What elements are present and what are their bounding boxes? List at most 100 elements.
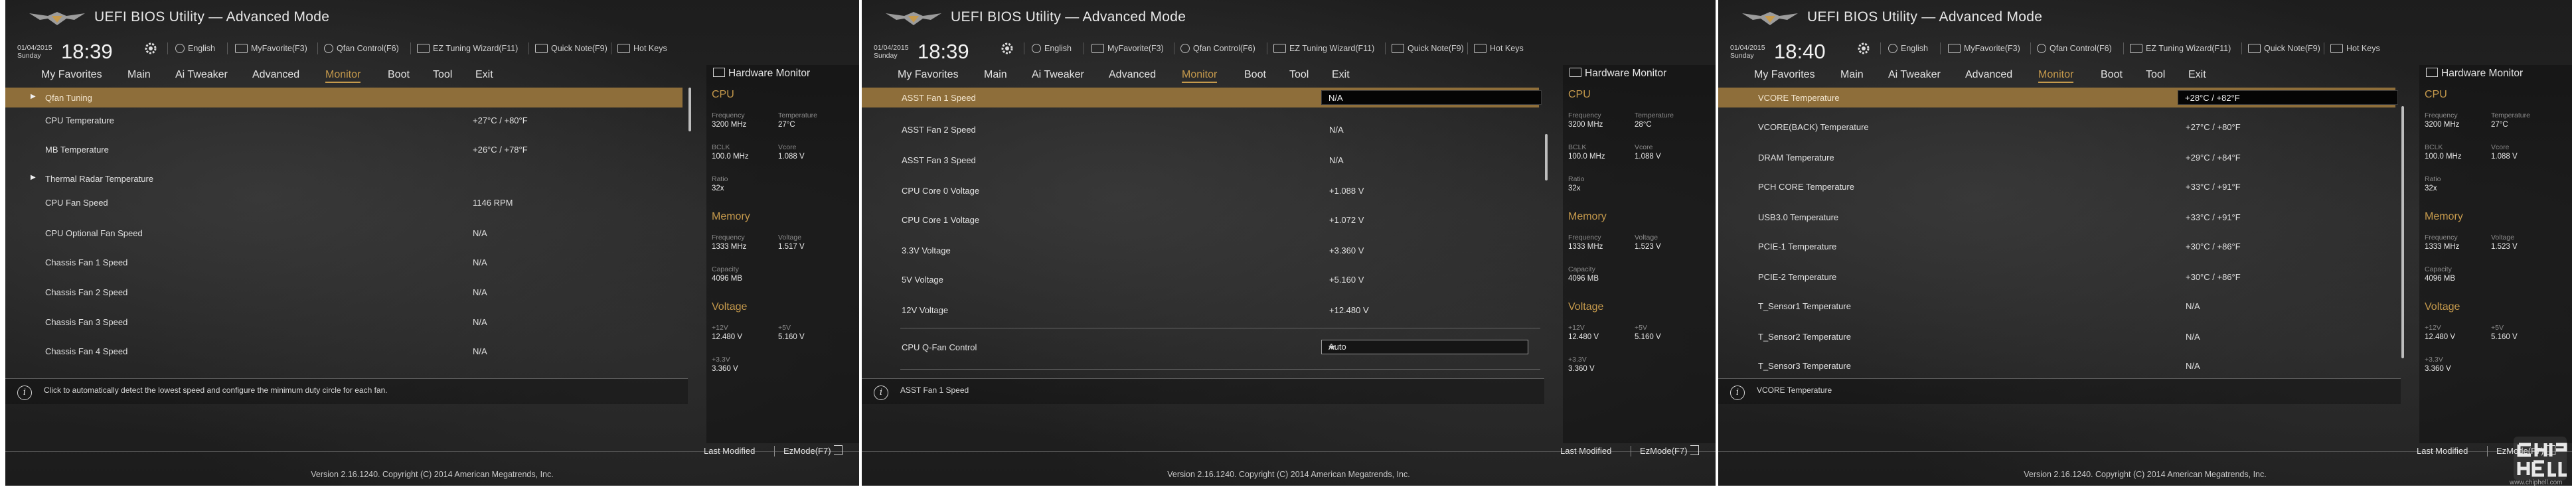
tab-tool[interactable]: Tool bbox=[433, 69, 452, 81]
list-item[interactable]: CPU Temperature +27°C / +80°F bbox=[5, 110, 683, 130]
last-modified-button[interactable]: Last Modified bbox=[1560, 446, 1611, 456]
tab-exit[interactable]: Exit bbox=[2188, 69, 2206, 81]
gear-icon[interactable] bbox=[1000, 41, 1014, 56]
qfan-control-button[interactable]: Qfan Control(F6) bbox=[1180, 43, 1255, 54]
hw-value: 1.088 V bbox=[2491, 153, 2518, 161]
list-item[interactable]: MB Temperature +26°C / +78°F bbox=[5, 139, 683, 159]
tab-monitor[interactable]: Monitor bbox=[325, 69, 361, 83]
language-button[interactable]: English bbox=[1888, 43, 1928, 54]
myfavorite-button[interactable]: MyFavorite(F3) bbox=[235, 43, 307, 54]
list-item[interactable]: PCIE-1 Temperature +30°C / +86°F bbox=[1718, 236, 2395, 256]
list-item[interactable]: T_Sensor3 Temperature N/A bbox=[1718, 356, 2395, 376]
hot-keys-button[interactable]: Hot Keys bbox=[2330, 43, 2380, 54]
list-item[interactable]: CPU Optional Fan Speed N/A bbox=[5, 223, 683, 243]
myfavorite-button[interactable]: MyFavorite(F3) bbox=[1948, 43, 2020, 54]
list-item[interactable]: PCIE-2 Temperature +30°C / +86°F bbox=[1718, 267, 2395, 287]
list-item[interactable]: DRAM Temperature +29°C / +84°F bbox=[1718, 147, 2395, 167]
language-button[interactable]: English bbox=[1032, 43, 1072, 54]
last-modified-button[interactable]: Last Modified bbox=[704, 446, 755, 456]
list-item[interactable]: CPU Core 1 Voltage +1.072 V bbox=[862, 210, 1539, 230]
list-item[interactable]: CPU Core 0 Voltage +1.088 V bbox=[862, 180, 1539, 200]
list-item[interactable]: 3.3V Voltage +3.360 V bbox=[862, 240, 1539, 260]
monitor-icon bbox=[713, 67, 725, 77]
tab-my-favorites[interactable]: My Favorites bbox=[41, 69, 102, 81]
scrollbar[interactable] bbox=[688, 88, 691, 131]
item-label: USB3.0 Temperature bbox=[1758, 212, 1839, 222]
tab-tool[interactable]: Tool bbox=[1289, 69, 1309, 81]
list-item[interactable]: Chassis Fan 4 Speed N/A bbox=[5, 341, 683, 361]
tab-boot[interactable]: Boot bbox=[2101, 69, 2123, 81]
list-item[interactable]: 5V Voltage +5.160 V bbox=[862, 269, 1539, 289]
tab-main[interactable]: Main bbox=[127, 69, 151, 81]
list-item[interactable]: USB3.0 Temperature +33°C / +91°F bbox=[1718, 207, 2395, 227]
ezmode-button[interactable]: EzMode(F7) bbox=[783, 445, 843, 456]
ez-tuning-wizard-button[interactable]: EZ Tuning Wizard(F11) bbox=[2130, 43, 2231, 54]
globe-icon bbox=[1032, 43, 1041, 53]
hw-label: Voltage bbox=[2491, 234, 2515, 242]
list-item[interactable]: Chassis Fan 3 Speed N/A bbox=[5, 312, 683, 332]
tab-ai-tweaker[interactable]: Ai Tweaker bbox=[175, 69, 228, 81]
item-label: T_Sensor2 Temperature bbox=[1758, 332, 1851, 342]
myfavorite-button[interactable]: MyFavorite(F3) bbox=[1091, 43, 1164, 54]
list-item[interactable]: PCH CORE Temperature +33°C / +91°F bbox=[1718, 176, 2395, 196]
qfan-control-button[interactable]: Qfan Control(F6) bbox=[324, 43, 399, 54]
tab-advanced[interactable]: Advanced bbox=[252, 69, 299, 81]
tab-my-favorites[interactable]: My Favorites bbox=[898, 69, 959, 81]
list-item[interactable]: CPU Fan Speed 1146 RPM bbox=[5, 192, 683, 212]
tab-monitor[interactable]: Monitor bbox=[1182, 69, 1218, 83]
list-item[interactable]: Chassis Fan 1 Speed N/A bbox=[5, 252, 683, 272]
list-item[interactable]: CPU Q-Fan Control Auto bbox=[862, 337, 1539, 357]
gear-icon[interactable] bbox=[1856, 41, 1871, 56]
item-label: CPU Core 0 Voltage bbox=[902, 186, 980, 196]
tab-advanced[interactable]: Advanced bbox=[1965, 69, 2012, 81]
thermal-radar-item[interactable]: ▶ Thermal Radar Temperature bbox=[5, 169, 683, 188]
qfan-control-dropdown[interactable]: Auto bbox=[1321, 340, 1528, 354]
quick-note-button[interactable]: Quick Note(F9) bbox=[1392, 43, 1464, 54]
tab-my-favorites[interactable]: My Favorites bbox=[1754, 69, 1815, 81]
hw-label: +5V bbox=[1635, 324, 1647, 332]
scrollbar[interactable] bbox=[2401, 106, 2404, 358]
quick-note-button[interactable]: Quick Note(F9) bbox=[2248, 43, 2320, 54]
tab-monitor[interactable]: Monitor bbox=[2038, 69, 2074, 83]
quick-note-button[interactable]: Quick Note(F9) bbox=[535, 43, 607, 54]
chiphell-watermark-logo bbox=[2514, 437, 2567, 480]
gear-icon[interactable] bbox=[143, 41, 158, 56]
day-text: Sunday bbox=[17, 52, 41, 60]
scrollbar[interactable] bbox=[1545, 134, 1548, 180]
list-item-selected[interactable]: VCORE Temperature +28°C / +82°F bbox=[1718, 88, 2398, 107]
list-item[interactable]: VCORE(BACK) Temperature +27°C / +80°F bbox=[1718, 117, 2395, 137]
tab-ai-tweaker[interactable]: Ai Tweaker bbox=[1888, 69, 1941, 81]
list-item[interactable]: 12V Voltage +12.480 V bbox=[862, 300, 1539, 320]
list-item-selected[interactable]: ASST Fan 1 Speed N/A bbox=[862, 88, 1542, 107]
list-item[interactable]: T_Sensor1 Temperature N/A bbox=[1718, 296, 2395, 316]
ezmode-button[interactable]: EzMode(F7) bbox=[1640, 445, 1699, 456]
list-item[interactable]: ASST Fan 2 Speed N/A bbox=[862, 119, 1539, 139]
tab-ai-tweaker[interactable]: Ai Tweaker bbox=[1032, 69, 1084, 81]
tab-main[interactable]: Main bbox=[984, 69, 1007, 81]
tab-boot[interactable]: Boot bbox=[1244, 69, 1266, 81]
item-value: +33°C / +91°F bbox=[2186, 212, 2241, 222]
list-item[interactable]: Chassis Fan 2 Speed N/A bbox=[5, 282, 683, 302]
tab-main[interactable]: Main bbox=[1840, 69, 1864, 81]
toolbar-divider bbox=[1880, 42, 1881, 54]
hot-keys-button[interactable]: Hot Keys bbox=[1474, 43, 1524, 54]
tab-exit[interactable]: Exit bbox=[475, 69, 493, 81]
qfan-tuning-item[interactable]: ▶ Qfan Tuning bbox=[5, 88, 683, 107]
list-item[interactable]: ASST Fan 3 Speed N/A bbox=[862, 150, 1539, 170]
tab-tool[interactable]: Tool bbox=[2146, 69, 2165, 81]
ez-tuning-wizard-button[interactable]: EZ Tuning Wizard(F11) bbox=[1273, 43, 1374, 54]
qfan-label: Qfan Control(F6) bbox=[1193, 44, 1255, 53]
ez-tuning-wizard-button[interactable]: EZ Tuning Wizard(F11) bbox=[417, 43, 518, 54]
hot-keys-button[interactable]: Hot Keys bbox=[617, 43, 667, 54]
hw-label: Temperature bbox=[1635, 111, 1674, 119]
qfan-control-button[interactable]: Qfan Control(F6) bbox=[2037, 43, 2112, 54]
tab-advanced[interactable]: Advanced bbox=[1109, 69, 1156, 81]
language-button[interactable]: English bbox=[175, 43, 215, 54]
clock: 18:39 bbox=[61, 40, 113, 63]
last-modified-button[interactable]: Last Modified bbox=[2417, 446, 2468, 456]
list-item[interactable]: T_Sensor2 Temperature N/A bbox=[1718, 326, 2395, 346]
tab-boot[interactable]: Boot bbox=[388, 69, 410, 81]
myfavorite-label: MyFavorite(F3) bbox=[1964, 44, 2020, 53]
hw-value: 1333 MHz bbox=[2425, 243, 2460, 251]
tab-exit[interactable]: Exit bbox=[1332, 69, 1350, 81]
